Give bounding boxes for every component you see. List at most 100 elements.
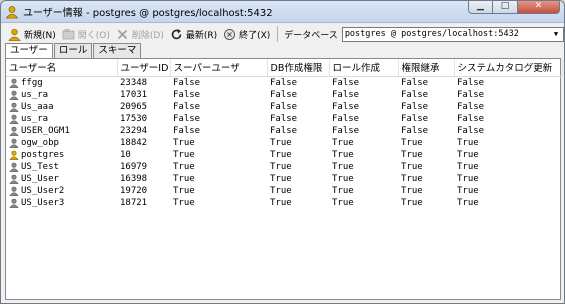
new-button[interactable]: 新規(N) (5, 24, 59, 44)
username-text: US_User2 (21, 185, 65, 196)
table-row[interactable]: US_User2 19720 True True True True True (6, 185, 562, 197)
inherit-cell: True (401, 173, 423, 184)
createdb-cell: True (270, 137, 292, 148)
user-icon (5, 5, 19, 18)
inherit-cell: False (401, 125, 429, 136)
user-id-cell: 17031 (120, 89, 148, 100)
table-row[interactable]: postgres 10 True True True True True (6, 149, 562, 161)
username-cell[interactable]: Us_aaa (6, 101, 117, 113)
username-text: USER_OGM1 (21, 125, 70, 136)
createrole-cell: True (332, 185, 354, 196)
user-icon (9, 90, 19, 100)
table-row[interactable]: us_ra 17031 False False False False False (6, 89, 562, 101)
user-icon (9, 198, 19, 208)
username-cell[interactable]: ffgg (6, 76, 117, 89)
superuser-cell: True (173, 137, 195, 148)
column-header-createrole[interactable]: ロール作成 (329, 59, 399, 77)
username-text: Us_aaa (21, 101, 54, 112)
column-header-username[interactable]: ユーザー名 (6, 59, 118, 77)
user-icon (9, 138, 19, 148)
table-row[interactable]: Us_aaa 20965 False False False False False (6, 101, 562, 113)
table-row[interactable]: US_User 16398 True True True True True (6, 173, 562, 185)
username-text: postgres (21, 149, 65, 160)
user-icon (9, 174, 19, 184)
createdb-cell: True (270, 161, 292, 172)
inherit-cell: False (401, 113, 429, 124)
chevron-down-icon[interactable]: ▼ (549, 28, 563, 41)
username-text: ffgg (21, 77, 43, 88)
superuser-cell: True (173, 197, 195, 208)
column-header-createdb[interactable]: DB作成権限 (267, 59, 330, 77)
tab-roles[interactable]: ロール (53, 43, 93, 58)
superuser-cell: True (173, 185, 195, 196)
title-bar[interactable]: ユーザー情報 - postgres @ postgres/localhost:5… (1, 1, 564, 23)
user-id-cell: 23294 (120, 125, 148, 136)
username-text: ogw_obp (21, 137, 59, 148)
open-button[interactable]: 開く(O) (59, 24, 113, 44)
database-select[interactable]: postgres @ postgres/localhost:5432 ▼ (341, 26, 564, 42)
column-header-userid[interactable]: ユーザーID (117, 59, 171, 77)
username-cell[interactable]: US_User2 (6, 185, 117, 197)
column-header-inherit[interactable]: 権限継承 (398, 59, 455, 77)
user-id-cell: 16979 (120, 161, 148, 172)
table-row[interactable]: ffgg 23348 False False False False False (6, 76, 562, 89)
user-info-window: ユーザー情報 - postgres @ postgres/localhost:5… (0, 0, 565, 304)
exit-label: 終了(X) (239, 30, 271, 41)
username-text: US_User (21, 173, 59, 184)
username-cell[interactable]: USER_OGM1 (6, 125, 117, 137)
exit-icon (224, 28, 236, 40)
createdb-cell: True (270, 173, 292, 184)
username-text: US_Test (21, 161, 59, 172)
table-row[interactable]: us_ra 17530 False False False False False (6, 113, 562, 125)
createrole-cell: True (332, 173, 354, 184)
user-id-cell: 10 (120, 149, 131, 160)
createdb-cell: True (270, 197, 292, 208)
column-header-catupdate[interactable]: システムカタログ更新 (454, 59, 563, 77)
username-cell[interactable]: US_User3 (6, 197, 117, 209)
createdb-cell: False (270, 113, 298, 124)
username-cell[interactable]: us_ra (6, 89, 117, 101)
close-button[interactable]: ✕ (518, 1, 560, 14)
username-cell[interactable]: ogw_obp (6, 137, 117, 149)
table-row[interactable]: USER_OGM1 23294 False False False False False (6, 125, 562, 137)
toolbar: 新規(N) 開く(O) 削除(D) 最新(R) 終了(X) データベース pos… (1, 23, 564, 45)
maximize-button[interactable]: □ (493, 1, 518, 14)
user-icon (9, 186, 19, 196)
username-cell[interactable]: US_Test (6, 161, 117, 173)
exit-button[interactable]: 終了(X) (220, 24, 273, 44)
catupdate-cell: True (457, 173, 479, 184)
username-text: us_ra (21, 89, 49, 100)
column-header-superuser[interactable]: スーパーユーザ (170, 59, 268, 77)
username-cell[interactable]: US_User (6, 173, 117, 185)
createdb-cell: False (270, 125, 298, 136)
window-title: ユーザー情報 - postgres @ postgres/localhost:5… (23, 8, 273, 19)
user-icon (9, 78, 19, 88)
user-id-cell: 18842 (120, 137, 148, 148)
delete-button[interactable]: 削除(D) (113, 24, 167, 44)
tab-users[interactable]: ユーザー (5, 43, 53, 59)
table-row[interactable]: US_Test 16979 True True True True True (6, 161, 562, 173)
catupdate-cell: True (457, 137, 479, 148)
open-label: 開く(O) (77, 30, 110, 41)
table-row[interactable]: ogw_obp 18842 True True True True True (6, 137, 562, 149)
delete-icon (117, 29, 128, 39)
inherit-cell: True (401, 185, 423, 196)
username-cell[interactable]: us_ra (6, 113, 117, 125)
inherit-cell: False (401, 77, 429, 88)
superuser-cell: False (173, 89, 201, 100)
user-id-cell: 23348 (120, 77, 148, 88)
catupdate-cell: True (457, 161, 479, 172)
username-cell[interactable]: postgres (6, 149, 117, 161)
database-label: データベース (284, 30, 338, 41)
user-id-cell: 20965 (120, 101, 148, 112)
table-row[interactable]: US_User3 18721 True True True True True (6, 197, 562, 209)
refresh-button[interactable]: 最新(R) (167, 24, 220, 44)
user-id-cell: 17530 (120, 113, 148, 124)
superuser-icon (9, 150, 19, 160)
superuser-cell: False (173, 113, 201, 124)
minimize-button[interactable]: ▁ (468, 1, 493, 14)
open-icon (62, 28, 75, 39)
catupdate-cell: False (457, 113, 485, 124)
tab-schemas[interactable]: スキーマ (93, 43, 142, 58)
createdb-cell: False (270, 89, 298, 100)
